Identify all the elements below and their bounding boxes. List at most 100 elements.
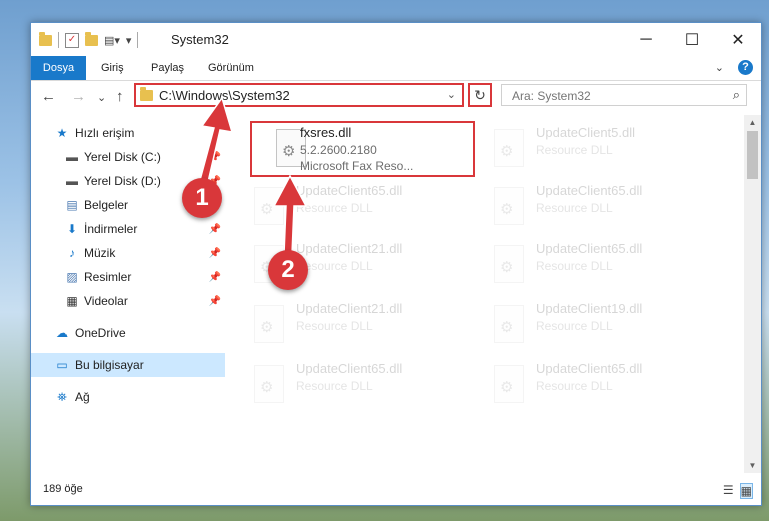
file-list: ⚙ fxsres.dll 5.2.2600.2180 Microsoft Fax… (226, 115, 741, 473)
sidebar-item-pictures[interactable]: ▨ Resimler 📌 (31, 265, 225, 289)
window-title: System32 (171, 32, 229, 47)
file-description: Resource DLL (296, 319, 373, 333)
pin-icon[interactable]: 📌 (209, 272, 221, 283)
file-version: 5.2.2600.2180 (300, 143, 377, 157)
file-item[interactable]: ⚙ UpdateClient19.dll Resource DLL (466, 297, 691, 353)
file-item[interactable]: ⚙ UpdateClient65.dll Resource DLL (226, 357, 451, 413)
title-bar: ✓ ▤▾ ▾ System32 ─ ☐ ✕ (31, 23, 761, 56)
dll-file-icon: ⚙ (494, 305, 524, 343)
toolbar-divider (58, 32, 59, 48)
gear-icon: ⚙ (500, 143, 514, 160)
file-item[interactable]: ⚙ UpdateClient65.dll Resource DLL (466, 237, 691, 293)
file-item[interactable]: ⚙ UpdateClient65.dll Resource DLL (226, 179, 451, 235)
dll-file-icon: ⚙ (254, 365, 284, 403)
pin-icon[interactable]: 📌 (209, 224, 221, 235)
file-item[interactable]: ⚙ UpdateClient65.dll Resource DLL (466, 179, 691, 235)
scroll-up-icon[interactable]: ▲ (744, 118, 761, 127)
vertical-scrollbar[interactable]: ▲ ▼ (744, 115, 761, 473)
file-item[interactable]: ⚙ UpdateClient21.dll Resource DLL (226, 237, 451, 293)
file-item[interactable]: ⚙ UpdateClient65.dll Resource DLL (466, 357, 691, 413)
sidebar-item-network[interactable]: ⛯ Ağ (31, 385, 225, 409)
sidebar-item-label: Müzik (84, 246, 116, 260)
file-description: Resource DLL (536, 379, 613, 393)
music-icon: ♪ (69, 246, 75, 260)
gear-icon: ⚙ (260, 319, 274, 336)
tab-paylas[interactable]: Paylaş (141, 56, 194, 80)
recent-locations-button[interactable]: ⌄ (97, 91, 106, 104)
search-box[interactable]: ⌕ (501, 84, 747, 106)
up-button[interactable]: ↑ (116, 88, 124, 105)
network-icon: ⛯ (57, 390, 67, 404)
forward-button[interactable]: → (71, 88, 86, 105)
navigation-bar: ← → ⌄ ↑ C:\Windows\System32 ⌄ ↻ ⌕ (31, 81, 761, 115)
tab-gorunum[interactable]: Görünüm (198, 56, 264, 80)
file-item[interactable]: ⚙ UpdateClient21.dll Resource DLL (226, 297, 451, 353)
file-description: Resource DLL (536, 143, 613, 157)
quick-access-toolbar: ✓ ▤▾ ▾ (39, 31, 139, 48)
dropdown-icon[interactable]: ▾ (126, 34, 132, 47)
pin-icon[interactable]: 📌 (209, 248, 221, 259)
pictures-icon: ▨ (66, 270, 78, 284)
sidebar-item-music[interactable]: ♪ Müzik 📌 (31, 241, 225, 265)
new-folder-icon[interactable] (85, 31, 98, 46)
sidebar-item-downloads[interactable]: ⬇ İndirmeler 📌 (31, 217, 225, 241)
minimize-button[interactable]: ─ (623, 23, 669, 56)
scroll-down-icon[interactable]: ▼ (744, 461, 761, 470)
dll-file-icon: ⚙ (494, 245, 524, 283)
sidebar-item-label: Bu bilgisayar (75, 358, 144, 372)
gear-icon: ⚙ (500, 379, 514, 396)
file-description: Microsoft Fax Reso... (300, 159, 414, 173)
properties-icon[interactable]: ✓ (65, 32, 79, 48)
maximize-button[interactable]: ☐ (669, 23, 715, 56)
sidebar-item-this-pc[interactable]: ▭ Bu bilgisayar (31, 353, 225, 377)
scrollbar-thumb[interactable] (747, 131, 758, 179)
refresh-button[interactable]: ↻ (468, 83, 492, 107)
dll-file-icon: ⚙ (494, 365, 524, 403)
address-path: C:\Windows\System32 (159, 87, 290, 103)
file-name: UpdateClient19.dll (536, 301, 643, 316)
drive-icon: ▬ (66, 150, 78, 164)
file-description: Resource DLL (536, 319, 613, 333)
callout-1: 1 (182, 178, 222, 218)
dll-file-icon: ⚙ (494, 129, 524, 167)
tiles-view-icon[interactable]: ▦ (739, 483, 753, 499)
sidebar-item-label: Belgeler (84, 198, 129, 212)
sidebar-item-label: İndirmeler (84, 222, 138, 236)
gear-icon: ⚙ (500, 259, 514, 276)
file-name: UpdateClient65.dll (296, 183, 403, 198)
sidebar-item-label: Resimler (84, 270, 132, 284)
gear-icon: ⚙ (500, 319, 514, 336)
file-name: UpdateClient21.dll (296, 301, 403, 316)
file-name: UpdateClient65.dll (536, 361, 643, 376)
close-button[interactable]: ✕ (715, 23, 761, 56)
sidebar-item-onedrive[interactable]: ☁ OneDrive (31, 321, 225, 345)
tab-dosya[interactable]: Dosya (31, 56, 86, 80)
pin-icon[interactable]: 📌 (209, 296, 221, 307)
chevron-down-icon[interactable]: ⌄ (447, 88, 456, 101)
explorer-window: ✓ ▤▾ ▾ System32 ─ ☐ ✕ Dosya Giriş Paylaş… (30, 22, 762, 506)
file-description: Resource DLL (296, 201, 373, 215)
sidebar-item-local-disk-c[interactable]: ▬ Yerel Disk (C:) 📌 (31, 145, 225, 169)
back-button[interactable]: ← (41, 88, 56, 105)
address-bar[interactable]: C:\Windows\System32 ⌄ (134, 83, 464, 107)
gear-icon: ⚙ (500, 201, 514, 218)
details-view-icon[interactable]: ☰ (723, 483, 734, 499)
expand-ribbon-icon[interactable]: ⌄ (715, 61, 724, 74)
tab-giris[interactable]: Giriş (91, 56, 134, 80)
search-icon[interactable]: ⌕ (733, 87, 740, 103)
file-item[interactable]: ⚙ UpdateClient5.dll Resource DLL (466, 121, 691, 177)
pin-icon[interactable]: 📌 (209, 152, 221, 163)
file-item-fxsres[interactable]: ⚙ fxsres.dll 5.2.2600.2180 Microsoft Fax… (250, 121, 475, 177)
sidebar-item-quick-access[interactable]: ★ Hızlı erişim (31, 121, 225, 145)
customize-icon[interactable]: ▤▾ (104, 34, 120, 47)
file-name: UpdateClient65.dll (536, 241, 643, 256)
folder-icon (140, 86, 153, 101)
help-icon[interactable]: ? (738, 60, 753, 75)
sidebar-item-videos[interactable]: ▦ Videolar 📌 (31, 289, 225, 313)
folder-icon[interactable] (39, 31, 52, 46)
sidebar-item-label: Videolar (84, 294, 128, 308)
search-input[interactable] (510, 86, 714, 106)
status-bar: 189 öğe ☰ ▦ (31, 475, 761, 505)
file-name: UpdateClient21.dll (296, 241, 403, 256)
file-name: UpdateClient65.dll (296, 361, 403, 376)
